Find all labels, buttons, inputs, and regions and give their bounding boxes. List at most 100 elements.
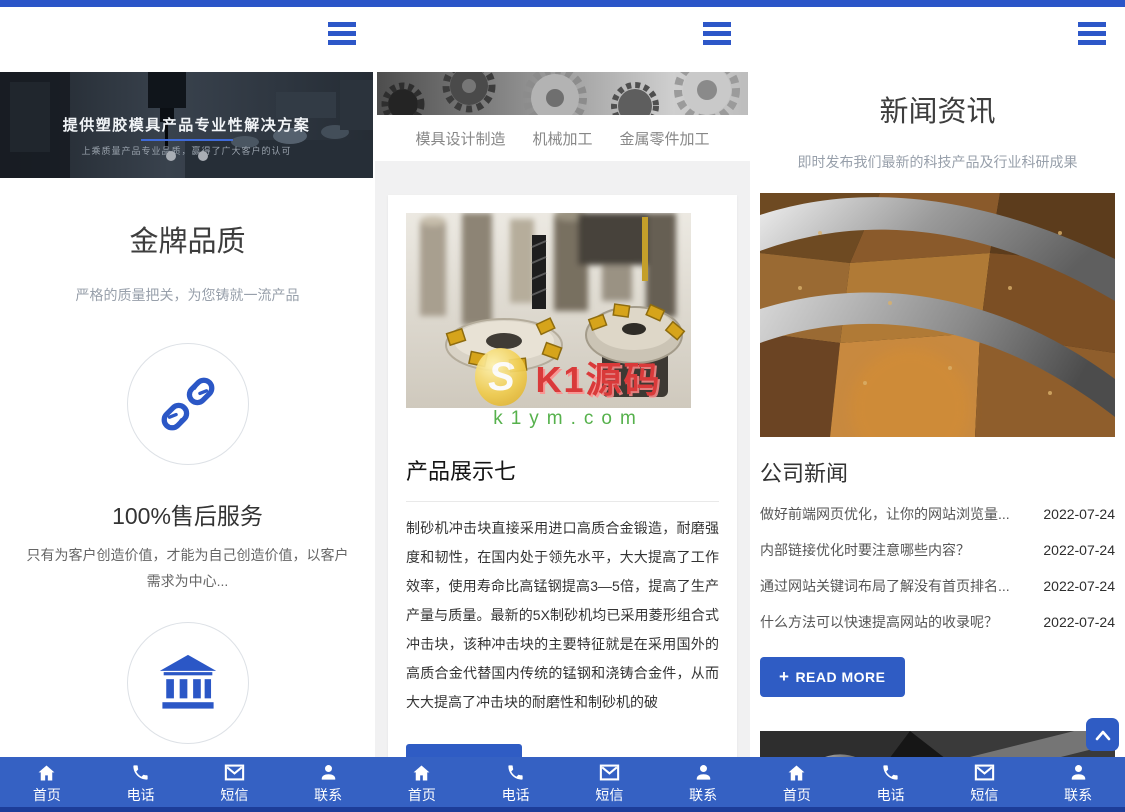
tab-metal-parts[interactable]: 金属零件加工 <box>620 128 710 149</box>
feature-icon-circle <box>126 622 249 744</box>
news-item-date: 2022-07-24 <box>1043 614 1115 630</box>
news-item-date: 2022-07-24 <box>1043 542 1115 558</box>
phone-view-middle: 模具设计制造 机械加工 金属零件加工 S K1源码 k1ym.com 产品展示七… <box>375 0 750 812</box>
nav-item-phone[interactable]: 电话 <box>94 757 188 807</box>
news-feature-image[interactable] <box>760 193 1115 437</box>
tab-mold-design[interactable]: 模具设计制造 <box>415 128 505 149</box>
hero-underline <box>140 139 233 141</box>
contact-person-icon <box>1069 762 1088 783</box>
nav-item-home[interactable]: 首页 <box>0 757 94 807</box>
nav-label: 联系 <box>689 787 718 803</box>
slider-dot[interactable] <box>165 151 176 161</box>
nav-item-contact[interactable]: 联系 <box>1031 757 1125 807</box>
nav-item-sms[interactable]: 短信 <box>563 757 657 807</box>
news-item-title: 通过网站关键词布局了解没有首页排名... <box>760 578 1010 594</box>
nav-label: 短信 <box>595 787 624 803</box>
nav-item-sms[interactable]: 短信 <box>188 757 282 807</box>
nav-label: 首页 <box>32 787 61 803</box>
gears-image <box>377 72 748 115</box>
nav-label: 短信 <box>220 787 249 803</box>
product-image[interactable]: S K1源码 k1ym.com <box>406 213 691 429</box>
news-item-date: 2022-07-24 <box>1043 578 1115 594</box>
nav-label: 电话 <box>876 787 905 803</box>
sms-envelope-icon <box>974 762 995 783</box>
bottom-nav: 首页 电话 短信 联系 <box>375 757 750 812</box>
top-accent-bar <box>375 0 750 7</box>
read-more-label: READ MORE <box>795 669 886 685</box>
responsive-preview: 提供塑胶模具产品专业性解决方案 上乘质量产品专业品质，赢得了广大客户的认可 金牌… <box>0 0 1125 812</box>
hamburger-menu-icon[interactable] <box>1078 22 1106 45</box>
news-item-title: 内部链接优化时要注意哪些内容？ <box>760 542 970 558</box>
nav-label: 首页 <box>407 787 436 803</box>
gears-banner-image <box>377 72 748 115</box>
news-list-item[interactable]: 内部链接优化时要注意哪些内容？ 2022-07-24 <box>760 532 1115 568</box>
slider-dots <box>0 148 373 166</box>
news-category-title: 公司新闻 <box>760 461 849 486</box>
product-section: S K1源码 k1ym.com 产品展示七 制砂机冲击块直接采用进口高质合金锻造… <box>375 161 750 812</box>
chevron-up-icon <box>1095 730 1110 740</box>
scroll-to-top-button[interactable] <box>1086 718 1119 751</box>
watermark-domain: k1ym.com <box>493 408 644 429</box>
bank-icon <box>159 654 216 709</box>
news-section-header: 新闻资讯 即时发布我们最新的科技产品及行业科研成果 <box>750 72 1125 172</box>
milling-tools-image <box>406 213 691 408</box>
nav-item-sms[interactable]: 短信 <box>938 757 1032 807</box>
phone-view-left: 提供塑胶模具产品专业性解决方案 上乘质量产品专业品质，赢得了广大客户的认可 金牌… <box>0 0 375 812</box>
nav-label: 联系 <box>1064 787 1093 803</box>
hero-slider: 提供塑胶模具产品专业性解决方案 上乘质量产品专业品质，赢得了广大客户的认可 <box>0 72 373 178</box>
read-more-wrap: + READ MORE <box>760 657 1115 697</box>
divider <box>406 501 719 502</box>
news-list-item[interactable]: 通过网站关键词布局了解没有首页排名... 2022-07-24 <box>760 568 1115 604</box>
hero-title: 提供塑胶模具产品专业性解决方案 <box>62 117 311 134</box>
news-list-item[interactable]: 什么方法可以快速提高网站的收录呢？ 2022-07-24 <box>760 604 1115 640</box>
home-icon <box>36 762 57 783</box>
mobile-header <box>375 7 750 72</box>
home-icon <box>411 762 432 783</box>
metal-sculpture-image <box>760 193 1115 437</box>
product-title: 产品展示七 <box>406 459 517 484</box>
nav-item-home[interactable]: 首页 <box>750 757 844 807</box>
nav-label: 短信 <box>970 787 999 803</box>
nav-item-contact[interactable]: 联系 <box>281 757 375 807</box>
read-more-button[interactable]: + READ MORE <box>760 657 905 697</box>
product-category-tabs: 模具设计制造 机械加工 金属零件加工 <box>375 115 750 161</box>
mobile-header <box>750 7 1125 72</box>
phone-icon <box>506 762 525 783</box>
news-item-date: 2022-07-24 <box>1043 506 1115 522</box>
hamburger-menu-icon[interactable] <box>328 22 356 45</box>
news-list-item[interactable]: 做好前端网页优化，让你的网站浏览量... 2022-07-24 <box>760 496 1115 532</box>
nav-item-contact[interactable]: 联系 <box>656 757 750 807</box>
feature-title: 100%售后服务 <box>112 503 263 529</box>
hamburger-menu-icon[interactable] <box>703 22 731 45</box>
feature-text: 只有为客户创造价值，才能为自己创造价值，以客户需求为中心... <box>26 547 349 589</box>
feature-icon-circle <box>126 343 249 465</box>
home-icon <box>786 762 807 783</box>
tab-machining[interactable]: 机械加工 <box>532 128 592 149</box>
phone-view-right: 新闻资讯 即时发布我们最新的科技产品及行业科研成果 公司新闻 做好前端网页优化，… <box>750 0 1125 812</box>
broken-link-icon <box>161 377 214 431</box>
news-list: 做好前端网页优化，让你的网站浏览量... 2022-07-24 内部链接优化时要… <box>760 496 1115 640</box>
news-section-subtitle: 即时发布我们最新的科技产品及行业科研成果 <box>797 154 1078 170</box>
phone-icon <box>131 762 150 783</box>
section-subtitle: 严格的质量把关，为您铸就一流产品 <box>75 287 300 303</box>
nav-label: 首页 <box>782 787 811 803</box>
sms-envelope-icon <box>224 762 245 783</box>
news-item-title: 什么方法可以快速提高网站的收录呢？ <box>760 614 998 630</box>
bottom-nav: 首页 电话 短信 联系 <box>750 757 1125 812</box>
news-section-title: 新闻资讯 <box>879 96 996 128</box>
contact-person-icon <box>319 762 338 783</box>
nav-item-phone[interactable]: 电话 <box>469 757 563 807</box>
product-card: S K1源码 k1ym.com 产品展示七 制砂机冲击块直接采用进口高质合金锻造… <box>388 195 737 812</box>
slider-dot[interactable] <box>197 151 208 161</box>
news-item-title: 做好前端网页优化，让你的网站浏览量... <box>760 506 1010 522</box>
nav-label: 联系 <box>314 787 343 803</box>
phone-icon <box>881 762 900 783</box>
nav-item-home[interactable]: 首页 <box>375 757 469 807</box>
contact-person-icon <box>694 762 713 783</box>
section-title: 金牌品质 <box>129 226 246 258</box>
nav-item-phone[interactable]: 电话 <box>844 757 938 807</box>
top-accent-bar <box>0 0 375 7</box>
bottom-nav: 首页 电话 短信 联系 <box>0 757 375 812</box>
quality-section: 金牌品质 严格的质量把关，为您铸就一流产品 100%售后服务 只有为客户创造价值… <box>0 178 375 812</box>
top-accent-bar <box>750 0 1125 7</box>
